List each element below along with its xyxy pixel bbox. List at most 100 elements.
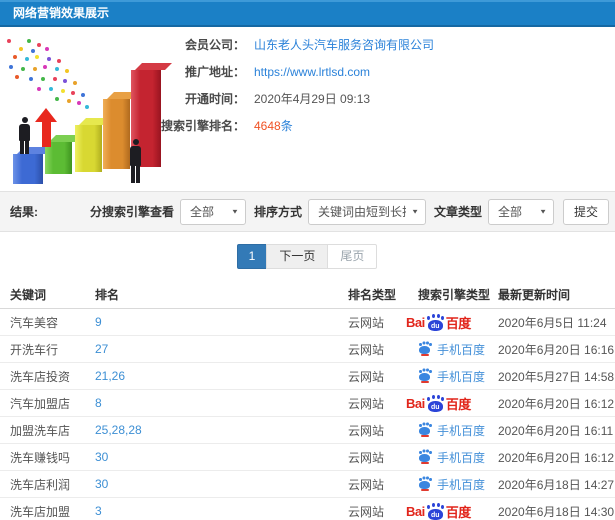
rank-type-header: 排名类型 bbox=[348, 288, 397, 302]
paw-base bbox=[421, 435, 429, 437]
keyword-cell: 洗车赚钱吗 bbox=[10, 450, 71, 465]
rank-type-cell: 云网站 bbox=[348, 423, 385, 438]
mobile-baidu-logo: 手机百度 bbox=[418, 368, 485, 385]
info-row-engine-rank: 搜索引擎排名： 4648 条 bbox=[150, 112, 615, 139]
sort-select[interactable]: 关键词由短到长排序 ▼ bbox=[307, 198, 426, 225]
table-row: 洗车赚钱吗 30 云网站 手机百度 2020年6月20日 16:12 bbox=[0, 444, 615, 471]
rank-cell: 21,26 bbox=[95, 369, 348, 383]
mobile-baidu-paw-icon bbox=[418, 423, 432, 437]
baidu-logo-cn-text: 百度 bbox=[445, 504, 472, 520]
businessman-figure-right bbox=[130, 139, 141, 183]
titlebar: 网络营销效果展示 bbox=[0, 0, 615, 27]
promo-url-link[interactable]: https://www.lrtlsd.com bbox=[254, 65, 370, 79]
rank-link[interactable]: 27 bbox=[95, 342, 108, 356]
chevron-down-icon: ▼ bbox=[539, 207, 547, 216]
rank-cell: 8 bbox=[95, 396, 348, 410]
paw-base bbox=[421, 381, 429, 383]
rank-header: 排名 bbox=[95, 288, 120, 302]
blue-bar-graphic bbox=[13, 154, 43, 184]
rank-cell: 9 bbox=[95, 315, 348, 329]
confetti-dots-graphic bbox=[7, 39, 11, 43]
paw-base bbox=[421, 489, 429, 491]
submit-button[interactable]: 提交 bbox=[563, 198, 609, 225]
page-1-button[interactable]: 1 bbox=[236, 244, 268, 269]
engine-type-cell: 手机百度 bbox=[418, 476, 498, 493]
keyword-cell: 洗车店投资 bbox=[10, 369, 71, 384]
keyword-cell: 洗车店利润 bbox=[10, 477, 71, 492]
update-time-cell: 2020年6月20日 16:11 bbox=[498, 423, 614, 438]
paw-pad bbox=[419, 427, 430, 435]
engine-filter-label: 分搜索引擎查看 bbox=[89, 205, 174, 219]
keyword-cell: 汽车加盟店 bbox=[10, 396, 71, 411]
rank-link[interactable]: 21,26 bbox=[95, 369, 125, 383]
baidu-logo-du-text: du bbox=[430, 322, 440, 330]
member-company-label: 会员公司： bbox=[184, 38, 245, 52]
yellow-bar-graphic bbox=[75, 125, 102, 172]
info-row-promo-url: 推广地址： https://www.lrtlsd.com bbox=[150, 58, 615, 85]
paw-toes bbox=[426, 504, 430, 509]
rank-cell: 25,28,28 bbox=[95, 423, 348, 437]
page: 网络营销效果展示 会员公司： 山东老人头汽车服务咨询有限公司 推广地址： htt… bbox=[0, 0, 615, 520]
mobile-baidu-label: 手机百度 bbox=[437, 423, 486, 438]
keyword-cell: 汽车美容 bbox=[10, 315, 59, 330]
mobile-baidu-logo: 手机百度 bbox=[418, 422, 485, 439]
table-row: 汽车加盟店 8 云网站 Bai du 百度 2020年6月20日 16:12 bbox=[0, 390, 615, 417]
mobile-baidu-label: 手机百度 bbox=[437, 342, 486, 357]
engine-type-cell: 手机百度 bbox=[418, 341, 498, 358]
rank-cell: 30 bbox=[95, 450, 348, 464]
engine-type-header: 搜索引擎类型 bbox=[418, 288, 491, 302]
table-row: 洗车店投资 21,26 云网站 手机百度 2020年5月27日 14:58 bbox=[0, 363, 615, 390]
article-type-filter-label: 文章类型 bbox=[433, 205, 482, 219]
mobile-baidu-logo: 手机百度 bbox=[418, 476, 485, 493]
table-row: 洗车店加盟 3 云网站 Bai du 百度 2020年6月18日 14:30 bbox=[0, 498, 615, 520]
engine-rank-unit: 条 bbox=[280, 119, 293, 133]
info-row-member-company: 会员公司： 山东老人头汽车服务咨询有限公司 bbox=[150, 31, 615, 58]
baidu-logo-du-text: du bbox=[430, 403, 440, 411]
update-time-cell: 2020年6月20日 16:12 bbox=[498, 396, 615, 411]
rank-link[interactable]: 3 bbox=[95, 504, 102, 518]
rank-link[interactable]: 9 bbox=[95, 315, 102, 329]
mobile-baidu-paw-icon bbox=[418, 342, 432, 356]
mobile-baidu-logo: 手机百度 bbox=[418, 449, 485, 466]
engine-select-value: 全部 bbox=[189, 205, 214, 219]
article-type-select[interactable]: 全部 ▼ bbox=[488, 198, 554, 225]
next-page-button[interactable]: 下一页 bbox=[266, 244, 329, 269]
mobile-baidu-label: 手机百度 bbox=[437, 477, 486, 492]
baidu-paw-icon: du bbox=[426, 503, 445, 520]
baidu-logo: Bai du 百度 bbox=[406, 313, 471, 332]
last-page-button[interactable]: 尾页 bbox=[327, 244, 378, 269]
rank-link[interactable]: 8 bbox=[95, 396, 102, 410]
member-company-link[interactable]: 山东老人头汽车服务咨询有限公司 bbox=[254, 36, 434, 53]
rank-link[interactable]: 25,28,28 bbox=[95, 423, 142, 437]
table-row: 汽车美容 9 云网站 Bai du 百度 2020年6月5日 11:24 bbox=[0, 309, 615, 336]
baidu-logo: Bai du 百度 bbox=[406, 502, 471, 520]
sort-filter-label: 排序方式 bbox=[253, 205, 302, 219]
baidu-logo-bai-text: Bai bbox=[406, 395, 425, 411]
up-arrow-graphic bbox=[35, 108, 57, 147]
mobile-baidu-label: 手机百度 bbox=[437, 450, 486, 465]
update-time-cell: 2020年5月27日 14:58 bbox=[498, 369, 615, 384]
rank-type-cell: 云网站 bbox=[348, 477, 385, 492]
engine-rank-count: 4648 bbox=[254, 118, 281, 133]
update-time-cell: 2020年6月20日 16:16 bbox=[498, 342, 615, 357]
paw-pad bbox=[419, 373, 430, 381]
result-label: 结果: bbox=[10, 205, 38, 219]
sort-select-value: 关键词由短到长排序 bbox=[317, 205, 406, 219]
paw-base bbox=[421, 354, 429, 356]
engine-select[interactable]: 全部 ▼ bbox=[179, 198, 246, 225]
paw-pad bbox=[419, 481, 430, 489]
rank-type-cell: 云网站 bbox=[348, 369, 385, 384]
baidu-logo-cn-text: 百度 bbox=[445, 315, 472, 331]
mobile-baidu-logo: 手机百度 bbox=[418, 341, 485, 358]
table-header-row: 关键词 排名 排名类型 搜索引擎类型 最新更新时间 bbox=[0, 281, 615, 309]
paw-base bbox=[421, 462, 429, 464]
rank-link[interactable]: 30 bbox=[95, 450, 108, 464]
baidu-logo: Bai du 百度 bbox=[406, 394, 471, 413]
keyword-cell: 加盟洗车店 bbox=[10, 423, 71, 438]
rank-link[interactable]: 30 bbox=[95, 477, 108, 491]
mobile-baidu-paw-icon bbox=[418, 450, 432, 464]
rank-cell: 30 bbox=[95, 477, 348, 491]
pagination: 1 下一页 尾页 bbox=[0, 232, 615, 281]
rank-type-cell: 云网站 bbox=[348, 450, 385, 465]
baidu-logo-cn-text: 百度 bbox=[445, 396, 472, 412]
